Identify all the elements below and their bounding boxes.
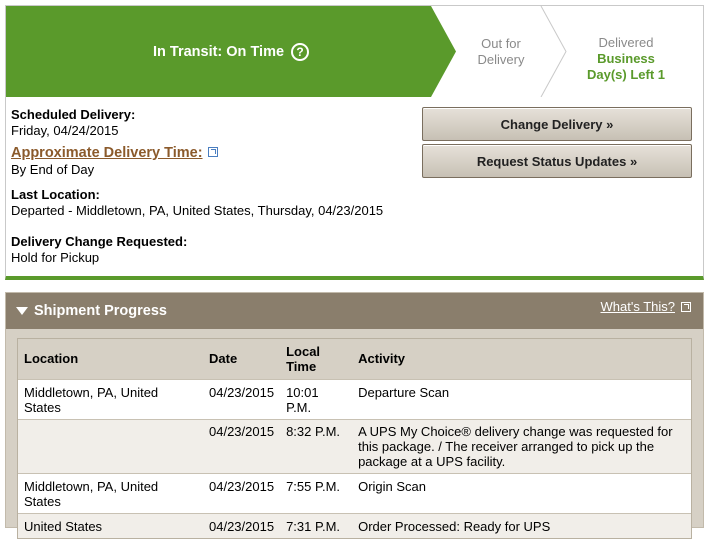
delivery-details: Scheduled Delivery: Friday, 04/24/2015 A…: [11, 102, 401, 266]
cell-time: 7:31 P.M.: [286, 518, 341, 534]
table-row: United States 04/23/2015 7:31 P.M. Order…: [18, 513, 691, 538]
stage-business-days-line2: Day(s) Left 1: [586, 67, 666, 82]
shipment-progress-title: Shipment Progress: [34, 303, 167, 319]
change-delivery-button[interactable]: Change Delivery »: [422, 107, 692, 141]
help-circle-icon[interactable]: ?: [291, 42, 310, 61]
popup-icon[interactable]: [207, 146, 218, 157]
table-row: Middletown, PA, United States 04/23/2015…: [18, 473, 691, 513]
cell-location: United States: [24, 518, 103, 534]
stage-delivered-label: Delivered: [598, 35, 654, 50]
cell-activity: Origin Scan: [358, 478, 426, 494]
table-header-row: Location Date Local Time Activity: [18, 339, 691, 379]
cell-time: 7:55 P.M.: [286, 478, 341, 494]
cell-date: 04/23/2015: [209, 384, 275, 400]
cell-location: [18, 419, 203, 473]
shipment-progress-table: Location Date Local Time Activity Middle…: [17, 338, 692, 539]
delivery-change-value: Hold for Pickup: [11, 250, 100, 265]
shipment-progress-toggle[interactable]: Shipment Progress: [16, 303, 167, 319]
scheduled-delivery-label: Scheduled Delivery:: [11, 107, 136, 122]
stage-out-for-delivery: Out for Delivery: [451, 36, 551, 68]
status-title: In Transit: On Time: [152, 43, 285, 60]
cell-time: 10:01 P.M.: [286, 384, 319, 415]
approximate-delivery-time-value: By End of Day: [11, 162, 95, 177]
table-row: Middletown, PA, United States 04/23/2015…: [18, 379, 691, 419]
cell-location: Middletown, PA, United States: [24, 478, 159, 509]
cell-date: 04/23/2015: [209, 518, 275, 534]
whats-this-link[interactable]: What's This?: [601, 299, 691, 314]
whats-this-label[interactable]: What's This?: [601, 299, 676, 314]
shipment-progress-header[interactable]: Shipment Progress What's This?: [6, 293, 703, 329]
collapse-triangle-icon: [16, 307, 28, 315]
cell-time: 8:32 P.M.: [286, 423, 341, 439]
popup-icon[interactable]: [681, 301, 691, 312]
stage-delivered: Delivered Business Day(s) Left 1: [566, 35, 686, 83]
delivery-change-label: Delivery Change Requested:: [11, 234, 188, 249]
approximate-delivery-time-link[interactable]: Approximate Delivery Time:: [11, 145, 203, 161]
cell-date: 04/23/2015: [209, 423, 275, 439]
stage-out-line1: Out for: [481, 36, 521, 51]
last-location-value: Departed - Middletown, PA, United States…: [11, 203, 384, 218]
scheduled-delivery-value: Friday, 04/24/2015: [11, 123, 119, 138]
column-header-date: Date: [203, 339, 281, 379]
cell-date: 04/23/2015: [209, 478, 275, 494]
cell-activity: A UPS My Choice® delivery change was req…: [358, 423, 673, 469]
table-row: 04/23/2015 8:32 P.M. A UPS My Choice® de…: [18, 419, 691, 473]
column-header-location: Location: [18, 339, 203, 379]
stage-out-line2: Delivery: [477, 52, 525, 67]
column-header-activity: Activity: [352, 339, 691, 379]
cell-activity: Order Processed: Ready for UPS: [358, 518, 551, 534]
last-location-label: Last Location:: [11, 187, 100, 202]
cell-location: Middletown, PA, United States: [24, 384, 159, 415]
column-header-local-time: Local Time: [280, 339, 353, 379]
request-status-updates-button[interactable]: Request Status Updates »: [422, 144, 692, 178]
shipment-progress-panel: Shipment Progress What's This? Location …: [5, 292, 704, 539]
cell-activity: Departure Scan: [358, 384, 450, 400]
status-progress-bar: In Transit: On Time ? Out for Delivery D…: [6, 6, 703, 97]
stage-business-days-line1: Business: [597, 51, 655, 66]
stage-in-transit: In Transit: On Time ?: [6, 6, 436, 97]
